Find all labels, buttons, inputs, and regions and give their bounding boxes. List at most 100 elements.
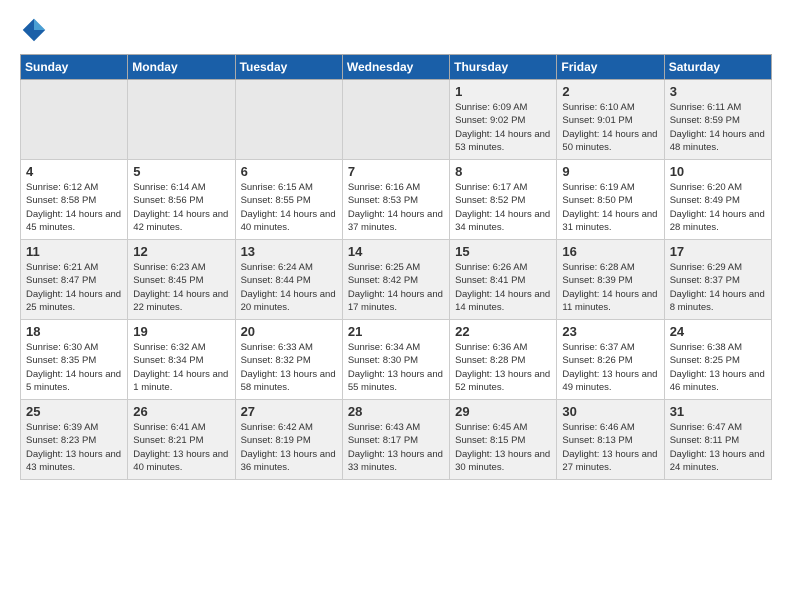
day-number: 17 (670, 244, 766, 259)
day-number: 18 (26, 324, 122, 339)
logo-icon (20, 16, 48, 44)
day-info: Sunrise: 6:32 AM Sunset: 8:34 PM Dayligh… (133, 341, 229, 394)
calendar-cell: 28Sunrise: 6:43 AM Sunset: 8:17 PM Dayli… (342, 400, 449, 480)
day-info: Sunrise: 6:30 AM Sunset: 8:35 PM Dayligh… (26, 341, 122, 394)
header (20, 16, 772, 44)
calendar-cell: 30 Sunrise: 6:46 AM Sunset: 8:13 PM Dayli… (557, 400, 664, 480)
calendar-cell: 15Sunrise: 6:26 AM Sunset: 8:41 PM Dayli… (450, 240, 557, 320)
day-number: 31 (670, 404, 766, 419)
day-info: Sunrise: 6:33 AM Sunset: 8:32 PM Dayligh… (241, 341, 337, 394)
day-number: 20 (241, 324, 337, 339)
calendar-cell: 20 Sunrise: 6:33 AM Sunset: 8:32 PM Dayli… (235, 320, 342, 400)
calendar-table: SundayMondayTuesdayWednesdayThursdayFrid… (20, 54, 772, 480)
day-number: 19 (133, 324, 229, 339)
calendar-cell: 18 Sunrise: 6:30 AM Sunset: 8:35 PM Dayli… (21, 320, 128, 400)
calendar-cell: 21 Sunrise: 6:34 AM Sunset: 8:30 PM Dayli… (342, 320, 449, 400)
calendar-cell (128, 80, 235, 160)
calendar-cell: 6Sunrise: 6:15 AM Sunset: 8:55 PM Daylig… (235, 160, 342, 240)
calendar-cell: 5 Sunrise: 6:14 AM Sunset: 8:56 PM Daylig… (128, 160, 235, 240)
day-number: 3 (670, 84, 766, 99)
day-number: 13 (241, 244, 337, 259)
day-info: Sunrise: 6:47 AM Sunset: 8:11 PM Dayligh… (670, 421, 766, 474)
day-info: Sunrise: 6:21 AM Sunset: 8:47 PM Dayligh… (26, 261, 122, 314)
calendar-week-row: 11Sunrise: 6:21 AM Sunset: 8:47 PM Dayli… (21, 240, 772, 320)
page: SundayMondayTuesdayWednesdayThursdayFrid… (0, 0, 792, 612)
day-number: 29 (455, 404, 551, 419)
day-number: 8 (455, 164, 551, 179)
calendar-cell: 2Sunrise: 6:10 AM Sunset: 9:01 PM Daylig… (557, 80, 664, 160)
day-info: Sunrise: 6:17 AM Sunset: 8:52 PM Dayligh… (455, 181, 551, 234)
logo (20, 16, 52, 44)
weekday-header: Sunday (21, 55, 128, 80)
day-info: Sunrise: 6:45 AM Sunset: 8:15 PM Dayligh… (455, 421, 551, 474)
day-number: 30 (562, 404, 658, 419)
day-number: 9 (562, 164, 658, 179)
day-info: Sunrise: 6:38 AM Sunset: 8:25 PM Dayligh… (670, 341, 766, 394)
calendar-cell: 23 Sunrise: 6:37 AM Sunset: 8:26 PM Dayli… (557, 320, 664, 400)
calendar-cell: 27 Sunrise: 6:42 AM Sunset: 8:19 PM Dayli… (235, 400, 342, 480)
day-info: Sunrise: 6:36 AM Sunset: 8:28 PM Dayligh… (455, 341, 551, 394)
calendar-cell (21, 80, 128, 160)
calendar-week-row: 1 Sunrise: 6:09 AM Sunset: 9:02 PM Daylig… (21, 80, 772, 160)
calendar-cell: 12 Sunrise: 6:23 AM Sunset: 8:45 PM Dayli… (128, 240, 235, 320)
day-number: 12 (133, 244, 229, 259)
calendar-cell (235, 80, 342, 160)
calendar-cell: 31 Sunrise: 6:47 AM Sunset: 8:11 PM Dayli… (664, 400, 771, 480)
calendar-cell: 8 Sunrise: 6:17 AM Sunset: 8:52 PM Daylig… (450, 160, 557, 240)
calendar-week-row: 4 Sunrise: 6:12 AM Sunset: 8:58 PM Daylig… (21, 160, 772, 240)
day-number: 21 (348, 324, 444, 339)
day-number: 6 (241, 164, 337, 179)
calendar-cell: 10Sunrise: 6:20 AM Sunset: 8:49 PM Dayli… (664, 160, 771, 240)
day-number: 1 (455, 84, 551, 99)
weekday-header: Friday (557, 55, 664, 80)
calendar-cell: 24 Sunrise: 6:38 AM Sunset: 8:25 PM Dayli… (664, 320, 771, 400)
day-number: 7 (348, 164, 444, 179)
calendar-cell: 17 Sunrise: 6:29 AM Sunset: 8:37 PM Dayli… (664, 240, 771, 320)
day-number: 27 (241, 404, 337, 419)
day-number: 24 (670, 324, 766, 339)
weekday-header: Thursday (450, 55, 557, 80)
day-info: Sunrise: 6:29 AM Sunset: 8:37 PM Dayligh… (670, 261, 766, 314)
day-info: Sunrise: 6:46 AM Sunset: 8:13 PM Dayligh… (562, 421, 658, 474)
calendar-cell: 26 Sunrise: 6:41 AM Sunset: 8:21 PM Dayli… (128, 400, 235, 480)
day-number: 4 (26, 164, 122, 179)
calendar-cell: 4 Sunrise: 6:12 AM Sunset: 8:58 PM Daylig… (21, 160, 128, 240)
day-number: 5 (133, 164, 229, 179)
day-info: Sunrise: 6:41 AM Sunset: 8:21 PM Dayligh… (133, 421, 229, 474)
day-info: Sunrise: 6:25 AM Sunset: 8:42 PM Dayligh… (348, 261, 444, 314)
day-number: 22 (455, 324, 551, 339)
day-info: Sunrise: 6:39 AM Sunset: 8:23 PM Dayligh… (26, 421, 122, 474)
calendar-cell: 19 Sunrise: 6:32 AM Sunset: 8:34 PM Dayli… (128, 320, 235, 400)
calendar-cell: 9 Sunrise: 6:19 AM Sunset: 8:50 PM Daylig… (557, 160, 664, 240)
calendar-cell: 7 Sunrise: 6:16 AM Sunset: 8:53 PM Daylig… (342, 160, 449, 240)
day-info: Sunrise: 6:16 AM Sunset: 8:53 PM Dayligh… (348, 181, 444, 234)
day-info: Sunrise: 6:24 AM Sunset: 8:44 PM Dayligh… (241, 261, 337, 314)
calendar-cell: 22 Sunrise: 6:36 AM Sunset: 8:28 PM Dayli… (450, 320, 557, 400)
day-number: 28 (348, 404, 444, 419)
calendar-cell: 16Sunrise: 6:28 AM Sunset: 8:39 PM Dayli… (557, 240, 664, 320)
day-number: 15 (455, 244, 551, 259)
day-info: Sunrise: 6:23 AM Sunset: 8:45 PM Dayligh… (133, 261, 229, 314)
day-info: Sunrise: 6:34 AM Sunset: 8:30 PM Dayligh… (348, 341, 444, 394)
calendar-cell: 3 Sunrise: 6:11 AM Sunset: 8:59 PM Daylig… (664, 80, 771, 160)
day-number: 16 (562, 244, 658, 259)
day-info: Sunrise: 6:42 AM Sunset: 8:19 PM Dayligh… (241, 421, 337, 474)
weekday-header: Saturday (664, 55, 771, 80)
calendar-cell: 25Sunrise: 6:39 AM Sunset: 8:23 PM Dayli… (21, 400, 128, 480)
day-number: 23 (562, 324, 658, 339)
day-number: 26 (133, 404, 229, 419)
calendar-cell: 11Sunrise: 6:21 AM Sunset: 8:47 PM Dayli… (21, 240, 128, 320)
calendar-header-row: SundayMondayTuesdayWednesdayThursdayFrid… (21, 55, 772, 80)
weekday-header: Wednesday (342, 55, 449, 80)
weekday-header: Tuesday (235, 55, 342, 80)
day-info: Sunrise: 6:12 AM Sunset: 8:58 PM Dayligh… (26, 181, 122, 234)
day-info: Sunrise: 6:37 AM Sunset: 8:26 PM Dayligh… (562, 341, 658, 394)
calendar-cell: 13 Sunrise: 6:24 AM Sunset: 8:44 PM Dayli… (235, 240, 342, 320)
day-number: 10 (670, 164, 766, 179)
day-info: Sunrise: 6:14 AM Sunset: 8:56 PM Dayligh… (133, 181, 229, 234)
day-number: 14 (348, 244, 444, 259)
day-info: Sunrise: 6:09 AM Sunset: 9:02 PM Dayligh… (455, 101, 551, 154)
day-info: Sunrise: 6:19 AM Sunset: 8:50 PM Dayligh… (562, 181, 658, 234)
day-info: Sunrise: 6:11 AM Sunset: 8:59 PM Dayligh… (670, 101, 766, 154)
calendar-cell (342, 80, 449, 160)
